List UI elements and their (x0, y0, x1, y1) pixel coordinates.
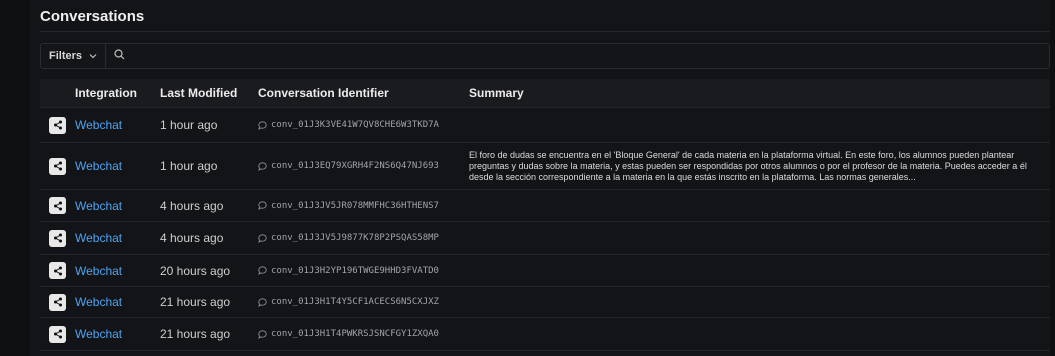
share-icon (49, 229, 66, 247)
conversation-id-text: conv_01J3H1T4Y5CF1ACECS6N5CXJXZ (271, 297, 439, 307)
last-modified: 21 hours ago (160, 327, 231, 341)
search-icon (114, 47, 125, 65)
chat-bubble-icon (258, 120, 267, 130)
last-modified: 4 hours ago (160, 198, 224, 213)
share-icon (49, 293, 66, 311)
conversation-id-link[interactable]: conv_01J3EQ79XGRH4F2NS6Q47NJ693 (258, 161, 469, 171)
share-icon (49, 116, 66, 134)
integration-icon-cell (40, 157, 75, 175)
integration-link[interactable]: Webchat (75, 327, 122, 341)
share-icon (49, 325, 66, 343)
conversation-id-text: conv_01J3JV5J9877K78P2PSQAS58MP (271, 233, 439, 243)
column-header-summary[interactable]: Summary (469, 86, 1050, 100)
last-modified: 21 hours ago (160, 295, 231, 309)
integration-link[interactable]: Webchat (75, 231, 122, 245)
integration-link[interactable]: Webchat (75, 118, 122, 132)
integration-link[interactable]: Webchat (75, 264, 122, 278)
chat-bubble-icon (258, 329, 267, 339)
chat-bubble-icon (258, 297, 267, 307)
conversation-id-link[interactable]: conv_01J3H2YP196TWGE9HHD3FVATD0 (258, 266, 469, 276)
page-title: Conversations (40, 8, 145, 25)
share-icon (49, 262, 66, 279)
last-modified: 1 hour ago (160, 118, 218, 132)
conversation-id-text: conv_01J3H2YP196TWGE9HHD3FVATD0 (271, 265, 439, 276)
table-row[interactable]: Webchat 4 hours ago conv_01J3JV5J9877K78… (40, 222, 1050, 255)
conversation-summary: El foro de dudas se encuentra en el 'Blo… (469, 149, 1027, 182)
conversations-table: Integration Last Modified Conversation I… (40, 79, 1050, 351)
filters-label: Filters (49, 50, 83, 62)
last-modified: 4 hours ago (160, 231, 224, 245)
column-header-conversation-identifier[interactable]: Conversation Identifier (258, 86, 469, 100)
conversation-id-link[interactable]: conv_01J3JV5J9877K78P2PSQAS58MP (258, 233, 469, 243)
table-row[interactable]: Webchat 1 hour ago conv_01J3EQ79XGRH4F2N… (40, 143, 1050, 190)
search-button[interactable] (106, 47, 133, 65)
table-header: Integration Last Modified Conversation I… (40, 79, 1050, 108)
table-row[interactable]: Webchat 20 hours ago conv_01J3H2YP196TWG… (40, 255, 1050, 287)
integration-link[interactable]: Webchat (75, 295, 122, 309)
table-row[interactable]: Webchat 4 hours ago conv_01J3JV5JR078MMF… (40, 190, 1050, 222)
conversation-id-link[interactable]: conv_01J3JV5JR078MMFHC36HTHENS7 (258, 201, 469, 211)
integration-icon-cell (40, 197, 75, 214)
conversation-id-text: conv_01J3EQ79XGRH4F2NS6Q47NJ693 (271, 161, 439, 171)
integration-link[interactable]: Webchat (75, 159, 122, 173)
table-row[interactable]: Webchat 21 hours ago conv_01J3H1T4Y5CF1A… (40, 287, 1050, 318)
conversation-id-text: conv_01J3H1T4PWKRSJSNCFGY1ZXQA0 (271, 329, 439, 339)
conversation-id-link[interactable]: conv_01J3H1T4PWKRSJSNCFGY1ZXQA0 (258, 329, 469, 339)
integration-icon-cell (40, 229, 75, 247)
table-row[interactable]: Webchat 21 hours ago conv_01J3H1T4PWKRSJ… (40, 318, 1050, 351)
filters-button[interactable]: Filters (41, 44, 107, 68)
table-row[interactable]: Webchat 1 hour ago conv_01J3K3VE41W7QV8C… (40, 108, 1050, 143)
column-header-integration[interactable]: Integration (75, 86, 160, 100)
chevron-down-icon (89, 50, 97, 62)
conversation-id-link[interactable]: conv_01J3K3VE41W7QV8CHE6W3TKD7A (258, 120, 469, 130)
last-modified: 1 hour ago (160, 159, 218, 173)
integration-icon-cell (40, 262, 75, 279)
integration-icon-cell (40, 116, 75, 134)
integration-link[interactable]: Webchat (75, 199, 122, 213)
chat-bubble-icon (258, 161, 267, 171)
last-modified: 20 hours ago (160, 263, 231, 278)
chat-bubble-icon (258, 266, 267, 275)
table-body: Webchat 1 hour ago conv_01J3K3VE41W7QV8C… (40, 108, 1050, 351)
conversations-panel: Conversations Filters Integration Last M… (30, 0, 1050, 356)
column-header-last-modified[interactable]: Last Modified (160, 86, 258, 100)
integration-icon-cell (40, 325, 75, 343)
conversation-id-text: conv_01J3JV5JR078MMFHC36HTHENS7 (271, 200, 439, 211)
conversation-id-link[interactable]: conv_01J3H1T4Y5CF1ACECS6N5CXJXZ (258, 297, 469, 307)
integration-icon-cell (40, 293, 75, 311)
chat-bubble-icon (258, 233, 267, 243)
conversation-id-text: conv_01J3K3VE41W7QV8CHE6W3TKD7A (271, 120, 439, 130)
filter-toolbar: Filters (40, 43, 1050, 69)
chat-bubble-icon (258, 201, 267, 210)
share-icon (49, 197, 66, 214)
share-icon (49, 157, 66, 175)
title-divider (40, 31, 1050, 32)
